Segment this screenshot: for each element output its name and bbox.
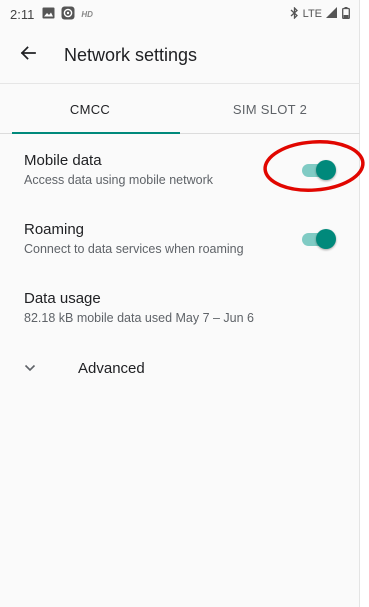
signal-icon	[326, 6, 338, 22]
mobile-data-summary: Access data using mobile network	[24, 173, 213, 187]
chevron-down-icon	[24, 364, 48, 372]
image-icon	[42, 7, 55, 22]
mobile-data-row[interactable]: Mobile data Access data using mobile net…	[0, 142, 360, 198]
tab-cmcc[interactable]: CMCC	[0, 86, 180, 134]
clock: 2:11	[10, 6, 35, 22]
tab-sim-slot-2[interactable]: SIM SLOT 2	[180, 86, 360, 133]
data-usage-texts: Data usage 82.18 kB mobile data used May…	[24, 289, 336, 327]
mobile-data-title: Mobile data	[24, 152, 102, 169]
battery-icon	[342, 6, 350, 22]
roaming-texts: Roaming Connect to data services when ro…	[24, 220, 300, 258]
page-title: Network settings	[64, 45, 198, 65]
toggle-thumb	[316, 160, 336, 180]
arrow-back-icon	[20, 45, 36, 66]
roaming-toggle[interactable]	[300, 229, 336, 249]
hd-icon: HD	[81, 9, 93, 19]
roaming-row[interactable]: Roaming Connect to data services when ro…	[0, 211, 360, 267]
network-type: LTE	[302, 8, 322, 20]
toggle-thumb	[316, 229, 336, 249]
roaming-summary: Connect to data services when roaming	[24, 242, 244, 256]
mobile-data-toggle[interactable]	[300, 160, 336, 180]
advanced-row[interactable]: Advanced	[0, 348, 360, 388]
status-indicators: LTE	[290, 5, 350, 22]
app-icon	[61, 6, 75, 23]
back-button[interactable]	[0, 28, 56, 84]
data-usage-summary: 82.18 kB mobile data used May 7 – Jun 6	[24, 311, 255, 325]
data-usage-title: Data usage	[24, 290, 101, 307]
roaming-title: Roaming	[24, 221, 85, 238]
advanced-label: Advanced	[78, 359, 145, 377]
screen: 2:11 HD LTE Network settings CMCC SIM SL…	[0, 0, 360, 607]
sim-tabs: CMCC SIM SLOT 2	[0, 86, 360, 134]
status-bar: 2:11 HD LTE	[0, 0, 360, 28]
app-bar: Network settings	[0, 28, 360, 84]
mobile-data-texts: Mobile data Access data using mobile net…	[24, 151, 300, 189]
bluetooth-icon	[290, 5, 299, 22]
data-usage-row[interactable]: Data usage 82.18 kB mobile data used May…	[0, 280, 360, 336]
